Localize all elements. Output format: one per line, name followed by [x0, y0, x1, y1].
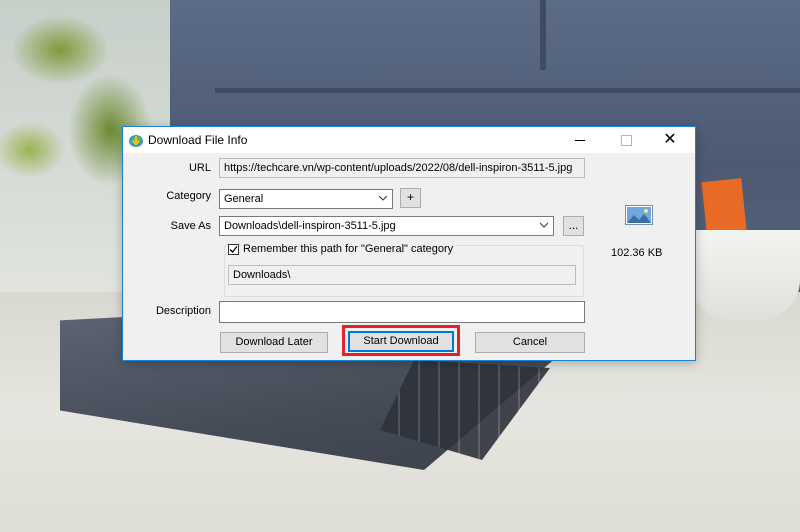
add-category-button[interactable]: + — [400, 188, 421, 208]
highlight-box — [342, 325, 460, 356]
background-plant-pot — [690, 230, 800, 320]
cancel-button[interactable]: Cancel — [475, 332, 585, 353]
save-as-value: Downloads\dell-inspiron-3511-5.jpg — [224, 220, 396, 232]
download-later-button[interactable]: Download Later — [220, 332, 328, 353]
description-input[interactable] — [219, 301, 585, 323]
image-file-icon — [625, 205, 653, 225]
maximize-icon — [620, 135, 632, 147]
category-value: General — [224, 193, 264, 205]
minimize-icon — [575, 140, 585, 142]
remember-path-label[interactable]: Remember this path for "General" categor… — [241, 243, 456, 255]
maximize-button[interactable] — [603, 127, 649, 153]
category-label: Category — [166, 190, 211, 202]
url-label: URL — [188, 162, 211, 174]
category-select[interactable]: General — [219, 189, 393, 209]
idm-app-icon — [129, 135, 143, 147]
save-as-combo[interactable]: Downloads\dell-inspiron-3511-5.jpg — [219, 216, 554, 236]
checkmark-icon — [229, 246, 238, 253]
remember-path-checkbox[interactable] — [228, 244, 239, 255]
download-file-info-dialog: Download File Info ✕ URL https://techcar… — [122, 126, 696, 361]
close-button[interactable]: ✕ — [647, 127, 693, 153]
chevron-down-icon — [379, 195, 387, 201]
save-as-label: Save As — [170, 220, 211, 232]
background-sofa-seam — [215, 88, 800, 93]
description-label: Description — [155, 305, 211, 317]
minimize-button[interactable] — [557, 127, 603, 153]
remember-path-field: Downloads\ — [228, 265, 576, 285]
background-sofa-seam — [540, 0, 546, 70]
window-title: Download File Info — [148, 133, 248, 147]
chevron-down-icon — [540, 222, 548, 228]
browse-button[interactable]: ... — [563, 216, 584, 236]
url-field[interactable]: https://techcare.vn/wp-content/uploads/2… — [219, 158, 585, 178]
title-bar[interactable]: Download File Info ✕ — [123, 127, 695, 153]
file-size: 102.36 KB — [611, 247, 663, 259]
